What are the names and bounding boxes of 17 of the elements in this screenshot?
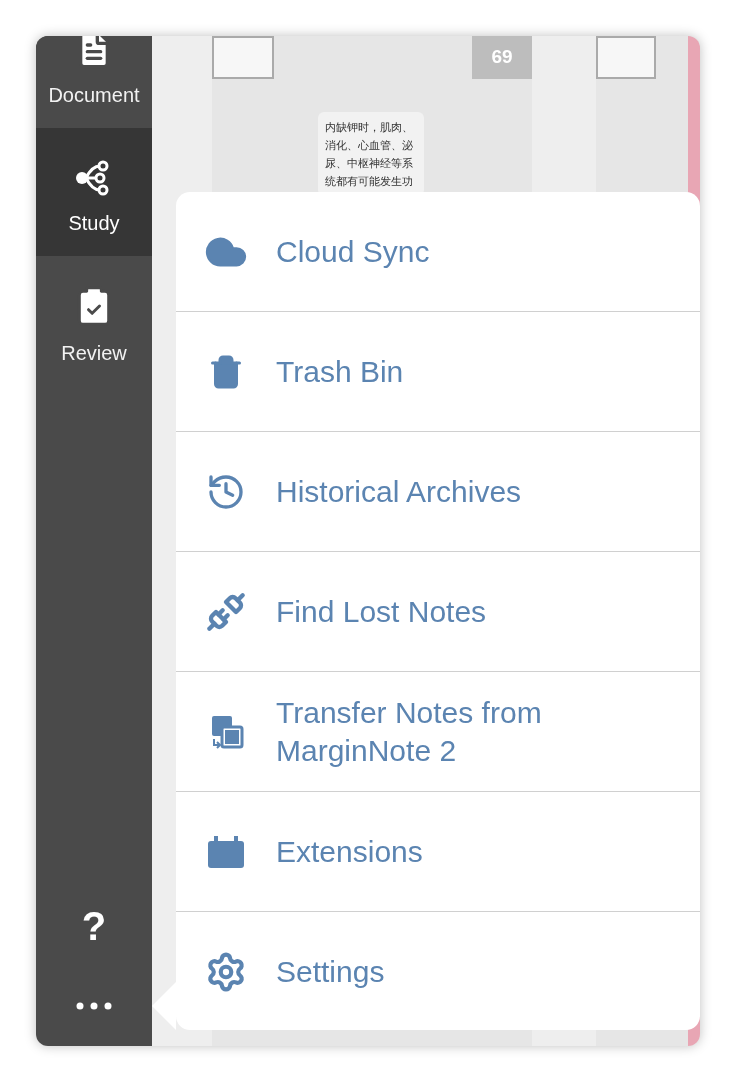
page-thumbnail	[212, 36, 274, 79]
menu-item[interactable]: Cloud Sync	[176, 192, 700, 312]
more-icon	[76, 1002, 112, 1010]
help-button[interactable]: ?	[36, 896, 152, 956]
trash-icon	[208, 353, 244, 390]
sidebar-tab[interactable]: Study	[36, 128, 152, 256]
menu-item[interactable]: Extensions	[176, 792, 700, 912]
page-thumbnail	[596, 36, 656, 79]
menu-item[interactable]: Historical Archives	[176, 432, 700, 552]
menu-item[interactable]: Find Lost Notes	[176, 552, 700, 672]
menu-item[interactable]: Transfer Notes from MarginNote 2	[176, 672, 700, 792]
page-number: 69	[472, 36, 532, 79]
menu-item[interactable]: Settings	[176, 912, 700, 1032]
settings-icon	[205, 951, 247, 993]
plug-icon	[206, 591, 246, 632]
menu-item[interactable]: Trash Bin	[176, 312, 700, 432]
case-icon	[207, 834, 245, 869]
